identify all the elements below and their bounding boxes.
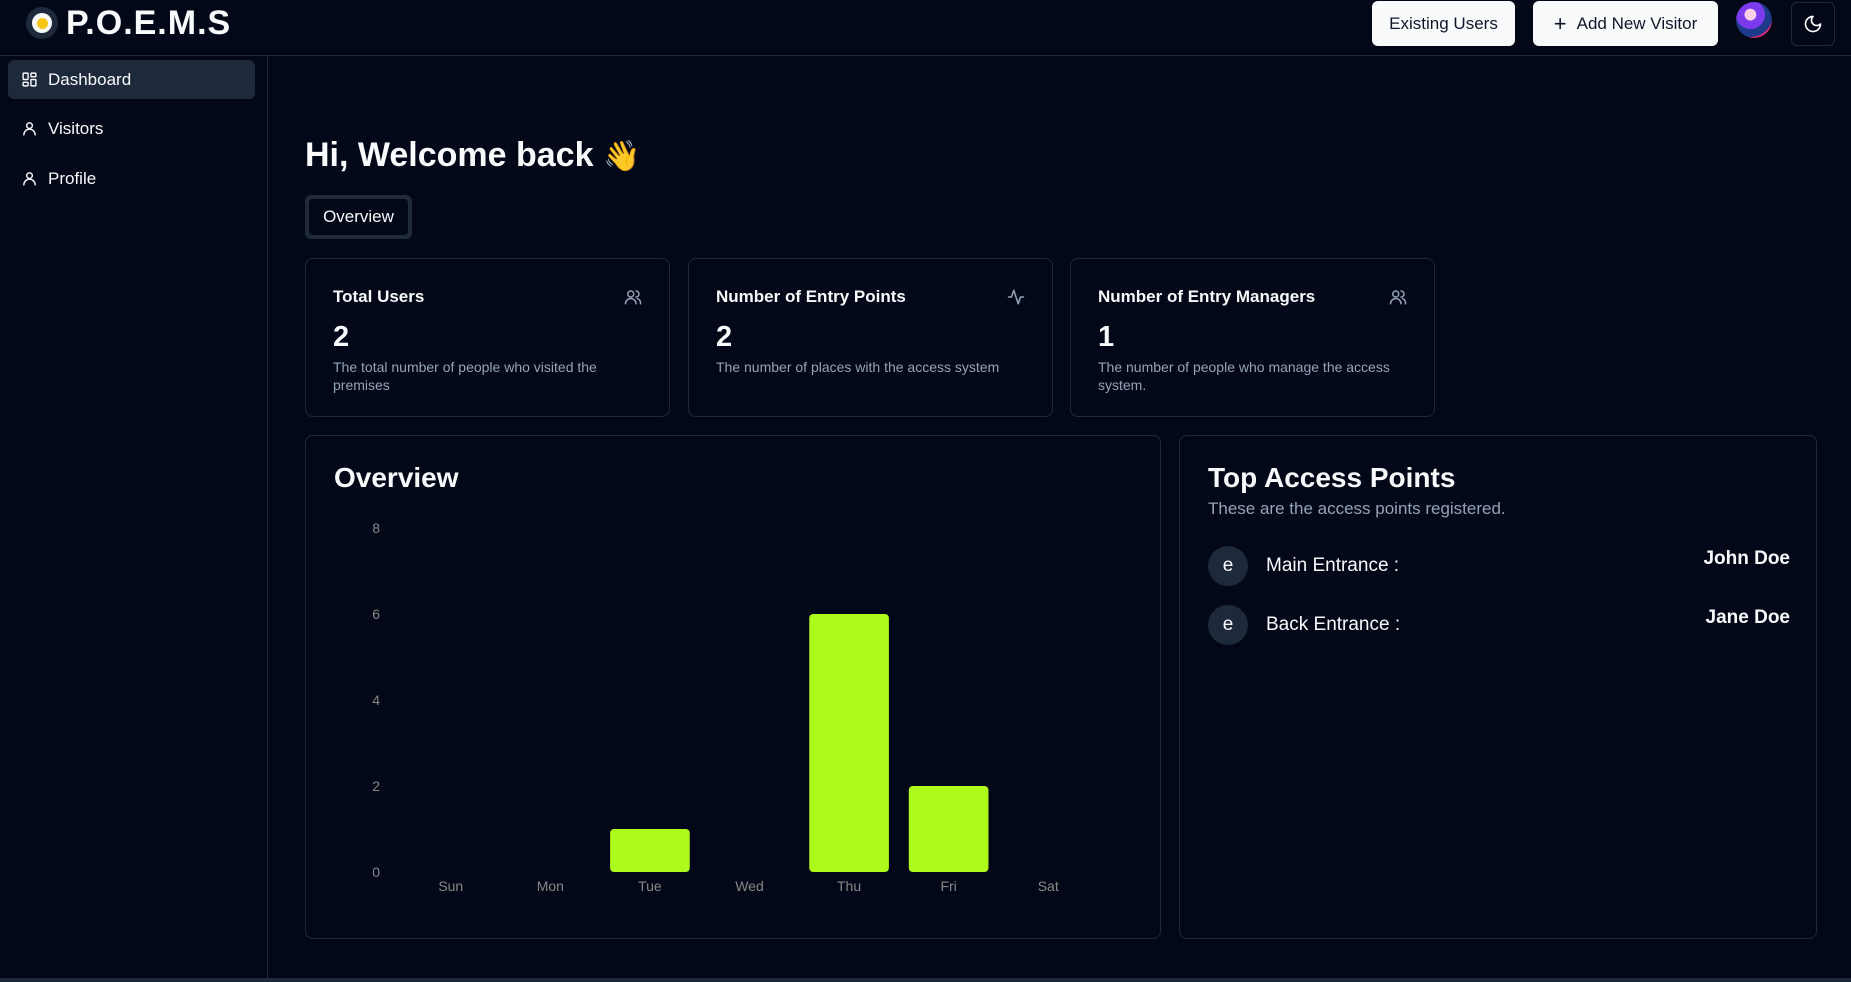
x-tick-label: Sun — [438, 878, 463, 894]
app-name: P.O.E.M.S — [66, 4, 232, 42]
bar-fri[interactable] — [908, 786, 989, 872]
dashboard-icon — [22, 72, 37, 87]
y-tick-label: 4 — [372, 692, 380, 708]
top-bar: P.O.E.M.S Existing Users + Add New Visit… — [0, 0, 1851, 56]
plus-icon: + — [1553, 10, 1567, 36]
sidebar-item-profile[interactable]: Profile — [8, 159, 255, 198]
sidebar: Dashboard Visitors Profile — [0, 56, 268, 982]
bar-tue[interactable] — [610, 829, 690, 872]
sidebar-item-label: Profile — [48, 168, 97, 188]
users-icon — [624, 290, 642, 305]
add-visitor-label: Add New Visitor — [1576, 13, 1698, 33]
stat-title: Number of Entry Points — [716, 287, 906, 306]
y-tick-label: 6 — [372, 606, 380, 622]
access-point-manager: Jane Doe — [1705, 607, 1790, 628]
stat-value: 2 — [333, 321, 350, 353]
sidebar-item-dashboard[interactable]: Dashboard — [8, 60, 255, 99]
overview-bar-chart: 0 2 4 6 8 Sun Mon Tue Wed Thu Fri Sat — [372, 520, 1059, 894]
page-title: Hi, Welcome back 👋 — [305, 136, 640, 175]
stat-card-total-users: Total Users 2 The total number of people… — [305, 258, 670, 417]
greeting-text: Hi, Welcome back — [305, 136, 594, 174]
top-access-points-card: Top Access Points These are the access p… — [1179, 435, 1817, 939]
tab-label: Overview — [323, 207, 394, 226]
bottom-border — [0, 978, 1851, 982]
x-tick-label: Sat — [1038, 878, 1059, 894]
add-new-visitor-button[interactable]: + Add New Visitor — [1533, 1, 1718, 46]
bar-thu[interactable] — [809, 614, 889, 872]
tab-overview[interactable]: Overview — [309, 199, 408, 235]
theme-toggle-button[interactable] — [1791, 2, 1835, 46]
stat-description: The number of people who manage the acce… — [1098, 359, 1390, 393]
y-tick-label: 8 — [372, 520, 380, 536]
overview-card: Overview 0 2 4 6 8 Sun Mon Tue Wed Thu Fri Sat — [305, 435, 1161, 939]
logo-icon — [26, 7, 58, 39]
existing-users-button[interactable]: Existing Users — [1372, 1, 1515, 46]
users-icon — [1389, 290, 1407, 305]
access-point-manager: John Doe — [1703, 548, 1790, 569]
stat-title: Total Users — [333, 287, 425, 306]
user-icon — [23, 172, 36, 186]
existing-users-label: Existing Users — [1389, 13, 1498, 33]
stat-description: The number of places with the access sys… — [716, 359, 1000, 375]
x-tick-label: Mon — [537, 878, 564, 894]
sidebar-item-label: Visitors — [48, 118, 104, 138]
sidebar-item-visitors[interactable]: Visitors — [8, 109, 255, 148]
access-title: Top Access Points — [1208, 462, 1456, 493]
stat-value: 1 — [1098, 321, 1115, 353]
stat-description: The total number of people who visited t… — [333, 359, 597, 393]
x-tick-label: Wed — [735, 878, 764, 894]
wave-emoji: 👋 — [602, 139, 641, 174]
tab-list: Overview — [305, 195, 412, 239]
sidebar-item-label: Dashboard — [48, 69, 132, 89]
stat-card-entry-managers: Number of Entry Managers 1 The number of… — [1070, 258, 1435, 417]
avatar[interactable] — [1736, 2, 1772, 38]
moon-icon — [1804, 15, 1822, 33]
stat-title: Number of Entry Managers — [1098, 287, 1316, 306]
access-subtitle: These are the access points registered. — [1208, 499, 1506, 518]
list-item[interactable]: e Back Entrance : Jane Doe — [1208, 605, 1790, 645]
access-point-name: Main Entrance : — [1266, 555, 1400, 576]
x-tick-label: Fri — [940, 878, 956, 894]
access-point-avatar: e — [1208, 546, 1248, 586]
access-point-name: Back Entrance : — [1266, 614, 1401, 635]
list-item[interactable]: e Main Entrance : John Doe — [1208, 546, 1790, 586]
activity-icon — [1007, 289, 1025, 305]
stat-value: 2 — [716, 321, 733, 353]
y-tick-label: 2 — [372, 778, 380, 794]
app-logo[interactable]: P.O.E.M.S — [26, 4, 232, 42]
access-point-avatar: e — [1208, 605, 1248, 645]
x-tick-label: Tue — [638, 878, 662, 894]
user-icon — [23, 122, 36, 136]
y-tick-label: 0 — [372, 864, 380, 880]
x-tick-label: Thu — [837, 878, 861, 894]
stat-card-entry-points: Number of Entry Points 2 The number of p… — [688, 258, 1053, 417]
